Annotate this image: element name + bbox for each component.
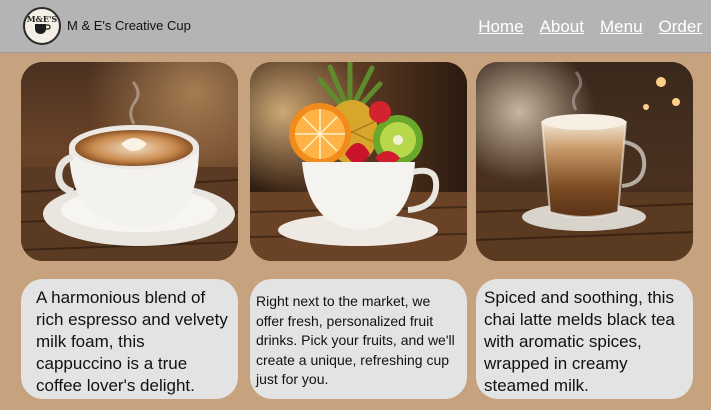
main-nav: Home About Menu Order bbox=[478, 17, 702, 37]
logo-text: M&E'S bbox=[26, 13, 58, 24]
fruit-cup-photo bbox=[250, 62, 467, 261]
nav-link-menu[interactable]: Menu bbox=[600, 17, 643, 37]
product-description-card: Spiced and soothing, this chai latte mel… bbox=[476, 279, 693, 399]
cappuccino-photo bbox=[21, 62, 238, 261]
chai-latte-photo bbox=[476, 62, 693, 261]
logo[interactable]: M&E'S bbox=[23, 7, 61, 45]
product-description-card: A harmonious blend of rich espresso and … bbox=[21, 279, 238, 399]
nav-link-about[interactable]: About bbox=[540, 17, 584, 37]
coffee-cup-icon bbox=[35, 23, 51, 34]
brand-name: M & E's Creative Cup bbox=[67, 18, 191, 33]
nav-link-home[interactable]: Home bbox=[478, 17, 523, 37]
nav-link-order[interactable]: Order bbox=[659, 17, 702, 37]
product-description-card: Right next to the market, we offer fresh… bbox=[250, 279, 467, 399]
site-header: M&E'S M & E's Creative Cup Home About Me… bbox=[0, 0, 711, 53]
